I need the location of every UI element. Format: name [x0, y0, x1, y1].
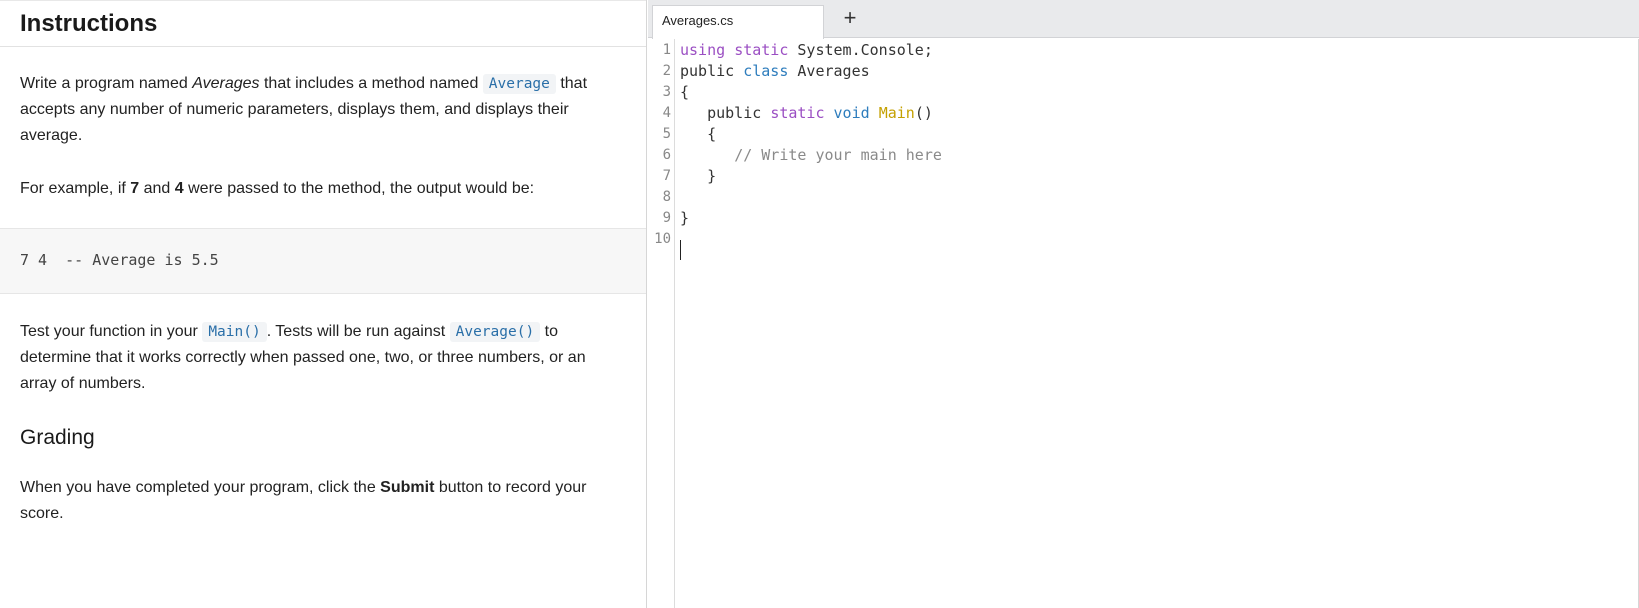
- grading-paragraph: When you have completed your program, cl…: [20, 479, 587, 522]
- instructions-pane: Instructions Write a program named Avera…: [0, 0, 647, 608]
- grading-heading: Grading: [20, 426, 95, 449]
- file-tab-label: Averages.cs: [662, 13, 734, 28]
- line-number: 3: [662, 84, 671, 100]
- code-token: (): [914, 104, 933, 122]
- line-number-gutter: 1 2 3 4 5 6 7 8 9 10: [648, 39, 675, 608]
- inline-code-average: Average: [482, 74, 556, 94]
- example-output-block: 7 4 -- Average is 5.5: [0, 228, 646, 294]
- code-token: static: [770, 104, 825, 122]
- code-line: }: [680, 165, 716, 187]
- code-token: // Write your main here: [734, 146, 942, 164]
- line-number: 4: [662, 105, 671, 121]
- line-number: 9: [662, 210, 671, 226]
- code-token: }: [680, 209, 690, 227]
- code-line: public class Averages: [680, 60, 870, 82]
- example-output-text: 7 4 -- Average is 5.5: [20, 251, 219, 269]
- instructions-title: Instructions: [20, 9, 158, 37]
- line-number: 8: [662, 189, 671, 205]
- instructions-paragraph-3: Test your function in your Main(). Tests…: [20, 322, 586, 392]
- code-token: public: [680, 104, 771, 122]
- add-file-button[interactable]: +: [835, 5, 865, 33]
- editor-pane: Averages.cs + 1 2 3 4 5 6 7 8 9 10 using static S…: [648, 0, 1639, 608]
- code-token: {: [680, 83, 690, 101]
- code-token: using: [680, 41, 726, 59]
- plus-icon: +: [843, 5, 857, 30]
- line-number: 6: [662, 147, 671, 163]
- code-editor[interactable]: 1 2 3 4 5 6 7 8 9 10 using static System.Console;…: [648, 39, 1639, 608]
- code-token: public: [680, 62, 744, 80]
- line-number: 5: [662, 126, 671, 142]
- file-tab-averages-cs[interactable]: Averages.cs: [652, 5, 824, 39]
- code-line: }: [680, 207, 689, 229]
- code-token: System.Console;: [788, 41, 933, 59]
- line-number: 10: [654, 231, 671, 247]
- instructions-paragraph-1: Write a program named Averages that incl…: [20, 74, 588, 144]
- instructions-header: Instructions: [0, 0, 646, 47]
- file-tab-bar: Averages.cs +: [648, 0, 1639, 39]
- code-line: {: [680, 81, 689, 103]
- code-line: // Write your main here: [680, 144, 942, 166]
- code-token: }: [680, 167, 717, 185]
- code-token: class: [743, 62, 789, 80]
- code-token: Main: [878, 104, 915, 122]
- line-number: 7: [662, 168, 671, 184]
- line-number: 2: [662, 63, 671, 79]
- code-line: using static System.Console;: [680, 39, 933, 61]
- inline-code-average-call: Average(): [449, 322, 541, 342]
- code-token: {: [680, 125, 717, 143]
- code-token: void: [833, 104, 870, 122]
- instructions-paragraph-2: For example, if 7 and 4 were passed to t…: [20, 180, 535, 197]
- program-name: Averages: [192, 75, 260, 92]
- code-token: static: [734, 41, 789, 59]
- submit-reference: Submit: [380, 479, 435, 496]
- line-number: 1: [662, 42, 671, 58]
- text-cursor: [680, 240, 681, 260]
- inline-code-main: Main(): [202, 322, 267, 342]
- code-line: {: [680, 123, 716, 145]
- code-token: Averages: [788, 62, 870, 80]
- code-line: public static void Main(): [680, 102, 933, 124]
